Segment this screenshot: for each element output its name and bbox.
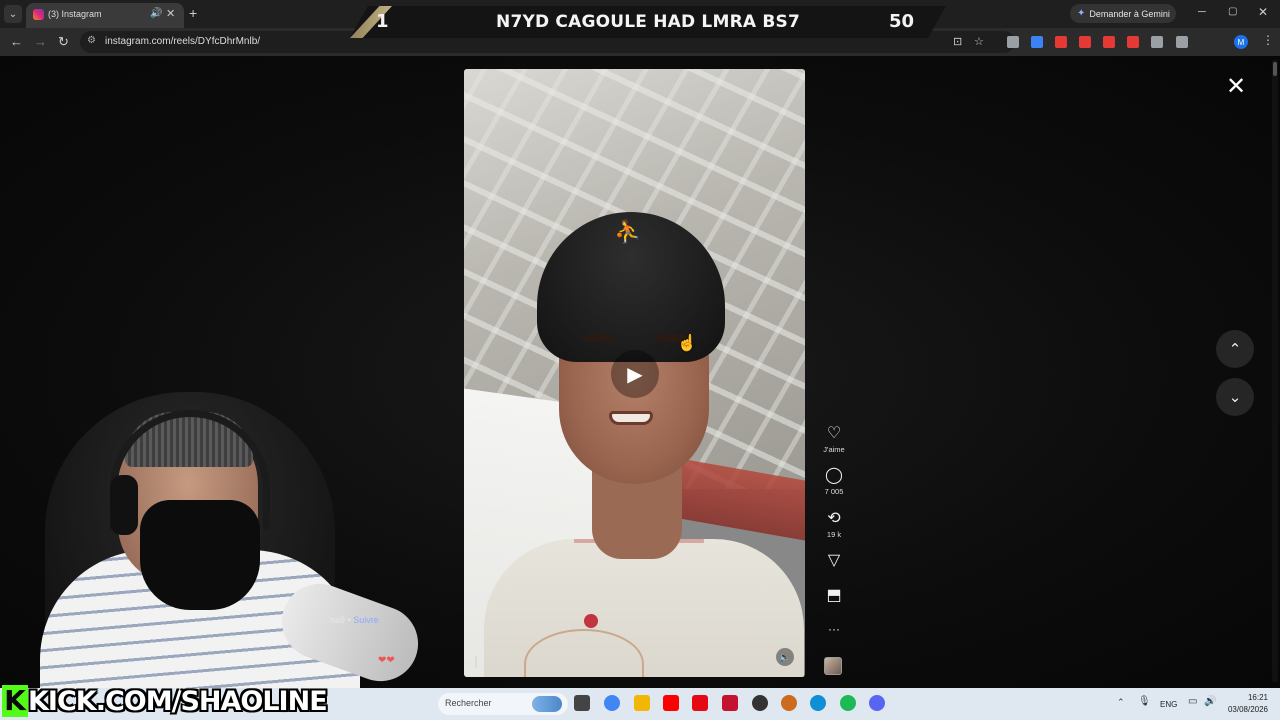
author-name-fragment: na9 • xyxy=(330,615,351,625)
video-left-eye xyxy=(582,334,614,342)
bookmark-icon: ⬒ xyxy=(826,587,842,604)
repost-button[interactable]: ⟲ 19 k xyxy=(818,510,850,540)
site-info-icon[interactable]: ⚙ xyxy=(87,35,96,46)
tab-list-button[interactable]: ⌄ xyxy=(4,5,22,23)
emoji-reactions: ❤❤ xyxy=(378,655,395,666)
minimize-icon[interactable]: ─ xyxy=(1198,6,1206,18)
close-reel-icon[interactable]: ✕ xyxy=(1224,75,1248,100)
tab-audio-icon[interactable]: 🔊 xyxy=(150,8,162,19)
chevron-down-icon: ⌄ xyxy=(8,8,18,20)
extension-icon-5[interactable] xyxy=(1103,36,1115,48)
more-dots-icon: ··· xyxy=(828,622,840,636)
comment-button[interactable]: ◯ 7 005 xyxy=(818,467,850,497)
page-scrollbar[interactable] xyxy=(1272,60,1278,682)
jumpman-logo-icon: ⛹ xyxy=(614,219,642,244)
extension-icon-4[interactable] xyxy=(1079,36,1091,48)
chevron-up-icon: ⌃ xyxy=(1228,341,1242,358)
reposts-count: 19 k xyxy=(826,530,842,539)
mouse-cursor-icon: ☝ xyxy=(677,335,697,352)
more-options-button[interactable]: ··· xyxy=(818,621,850,637)
language-indicator[interactable]: ENG xyxy=(1160,700,1177,709)
next-reel-button[interactable]: ⌄ xyxy=(1216,378,1254,416)
browser-menu-icon[interactable]: ⋮ xyxy=(1262,33,1274,47)
taskbar-app-icon-1[interactable] xyxy=(574,695,590,711)
headset-cup xyxy=(110,475,138,535)
forward-icon[interactable]: → xyxy=(34,34,47,49)
kick-channel-text: KICK.COM/SHAOLINE xyxy=(28,686,328,717)
comments-count: 7 005 xyxy=(824,487,844,496)
video-progress-indicator xyxy=(475,656,477,668)
clock-time[interactable]: 16:21 xyxy=(1238,693,1268,702)
taskbar-app-icon-10[interactable] xyxy=(840,695,856,711)
url-text[interactable]: instagram.com/reels/DYfcDhrMnlb/ xyxy=(105,36,260,47)
reload-icon[interactable]: ↻ xyxy=(58,34,69,50)
like-button[interactable]: ♡ J'aime xyxy=(818,425,850,455)
extension-icon-7[interactable] xyxy=(1151,36,1163,48)
mute-button[interactable]: 🔈 xyxy=(776,648,794,666)
taskbar-search-placeholder: Rechercher xyxy=(445,698,492,708)
install-icon[interactable]: ⊡ xyxy=(953,35,962,48)
video-mouth xyxy=(609,411,653,425)
comment-icon: ◯ xyxy=(825,467,843,484)
bookmark-star-icon[interactable]: ☆ xyxy=(974,35,984,48)
microphone-icon[interactable]: 🎙 xyxy=(1138,696,1151,707)
send-icon: ▽ xyxy=(827,552,841,569)
chevron-down-icon: ⌄ xyxy=(1228,389,1242,406)
tray-overflow-icon[interactable]: ⌃ xyxy=(1117,697,1125,708)
follow-link[interactable]: Suivre xyxy=(353,615,379,625)
audio-thumbnail[interactable] xyxy=(824,657,842,675)
taskbar-app-icon-11[interactable] xyxy=(869,695,885,711)
new-tab-button[interactable]: + xyxy=(189,5,197,21)
like-label: J'aime xyxy=(823,445,845,454)
stream-banner: 1 N7YD CAGOULE HAD LMRA BS7 50 xyxy=(350,6,946,38)
tab-close-button[interactable]: ✕ xyxy=(166,7,175,20)
reel-author-line: na9 • Suivre xyxy=(330,615,379,625)
banner-right-number: 50 xyxy=(888,11,914,32)
gemini-spark-icon: ✦ xyxy=(1077,8,1086,19)
previous-reel-button[interactable]: ⌃ xyxy=(1216,330,1254,368)
heart-icon: ♡ xyxy=(826,425,842,442)
repost-icon: ⟲ xyxy=(827,510,841,527)
taskbar-search[interactable]: Rechercher xyxy=(438,693,568,715)
video-shirt-badge xyxy=(584,614,598,628)
search-highlight-art xyxy=(532,696,562,712)
play-icon: ▶ xyxy=(627,363,643,386)
taskbar-app-icon-4[interactable] xyxy=(663,695,679,711)
maximize-icon[interactable]: ▢ xyxy=(1228,6,1237,17)
extension-icon-3[interactable] xyxy=(1055,36,1067,48)
instagram-icon xyxy=(33,9,44,20)
streamer-webcam xyxy=(0,380,420,688)
tab-title: (3) Instagram xyxy=(48,9,102,19)
extension-icon-1[interactable] xyxy=(1007,36,1019,48)
speaker-icon: 🔈 xyxy=(779,651,791,662)
share-button[interactable]: ▽ xyxy=(818,553,850,569)
taskbar-app-icon-3[interactable] xyxy=(634,695,650,711)
extension-icon-8[interactable] xyxy=(1176,36,1188,48)
banner-text: N7YD CAGOULE HAD LMRA BS7 xyxy=(496,12,800,32)
extension-icon-6[interactable] xyxy=(1127,36,1139,48)
taskbar-app-icon-6[interactable] xyxy=(722,695,738,711)
volume-icon[interactable]: 🔊 xyxy=(1204,696,1216,707)
extension-icon-2[interactable] xyxy=(1031,36,1043,48)
play-button[interactable]: ▶ xyxy=(611,350,659,398)
back-icon[interactable]: ← xyxy=(10,34,23,49)
clock-date[interactable]: 03/08/2026 xyxy=(1222,705,1268,714)
taskbar-app-icon-8[interactable] xyxy=(781,695,797,711)
tab-instagram[interactable]: (3) Instagram 🔊 ✕ xyxy=(26,3,184,28)
taskbar-app-icon-7[interactable] xyxy=(752,695,768,711)
gemini-button[interactable]: ✦ Demander à Gemini xyxy=(1070,4,1176,23)
taskbar-app-icon-2[interactable] xyxy=(604,695,620,711)
kick-logo: K xyxy=(2,685,28,717)
save-button[interactable]: ⬒ xyxy=(818,588,850,604)
window-close-icon[interactable]: ✕ xyxy=(1258,5,1268,19)
taskbar-app-icon-5[interactable] xyxy=(692,695,708,711)
taskbar-app-icon-9[interactable] xyxy=(810,695,826,711)
profile-avatar[interactable]: M xyxy=(1234,35,1248,49)
scrollbar-thumb[interactable] xyxy=(1273,62,1277,76)
gemini-label: Demander à Gemini xyxy=(1089,8,1170,19)
network-icon[interactable]: ▭ xyxy=(1188,696,1197,707)
